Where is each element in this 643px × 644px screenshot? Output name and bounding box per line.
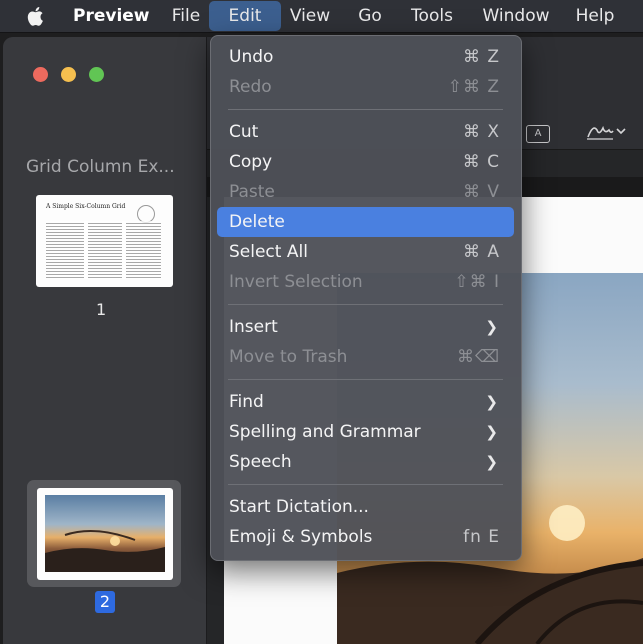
document-title: Grid Column Ex... [26,157,175,177]
menu-item-label: Redo [229,77,272,97]
chevron-right-icon: ❯ [485,423,498,441]
menu-preview[interactable]: Preview [73,0,150,32]
keyboard-shortcut: ⇧⌘ Z [447,77,500,97]
menu-separator [228,109,503,110]
menu-item-label: Undo [229,47,274,67]
menu-separator [228,304,503,305]
keyboard-shortcut: ⌘ C [462,152,500,172]
menu-view[interactable]: View [288,0,332,32]
menu-tools[interactable]: Tools [408,0,456,32]
menu-item-delete[interactable]: Delete [217,207,514,237]
menu-item-undo[interactable]: Undo ⌘ Z [217,42,514,72]
keyboard-shortcut: ⌘ V [462,182,500,202]
menu-item-label: Emoji & Symbols [229,527,373,547]
menu-item-label: Paste [229,182,275,202]
keyboard-shortcut: ⌘ X [462,122,500,142]
menu-separator [228,484,503,485]
zoom-window-button[interactable] [89,67,104,82]
menu-item-speech[interactable]: Speech ❯ [217,447,514,477]
close-window-button[interactable] [33,67,48,82]
chevron-right-icon: ❯ [485,318,498,336]
menu-separator [228,379,503,380]
menu-item-label: Cut [229,122,259,142]
page-number-1: 1 [96,300,107,319]
menu-item-label: Invert Selection [229,272,363,292]
sunset-photo-thumbnail [45,495,165,572]
menu-item-label: Delete [229,212,285,232]
menu-item-emoji-and-symbols[interactable]: Emoji & Symbols fn E [217,522,514,552]
page-thumbnail-2[interactable] [37,488,173,580]
keyboard-shortcut: fn E [463,527,500,547]
menu-item-paste: Paste ⌘ V [217,177,514,207]
menu-item-insert[interactable]: Insert ❯ [217,312,514,342]
menu-item-move-to-trash: Move to Trash ⌘⌫ [217,342,514,372]
page-number-2-selected: 2 [95,591,115,613]
menu-help[interactable]: Help [575,0,615,32]
menu-item-label: Speech [229,452,292,472]
chevron-right-icon: ❯ [485,453,498,471]
edit-menu-dropdown: Undo ⌘ Z Redo ⇧⌘ Z Cut ⌘ X Copy ⌘ C Past… [210,35,522,561]
menu-item-start-dictation[interactable]: Start Dictation... [217,492,514,522]
page-thumbnail-1[interactable]: A Simple Six-Column Grid [36,195,173,287]
menu-item-label: Select All [229,242,308,262]
menu-item-select-all[interactable]: Select All ⌘ A [217,237,514,267]
menu-item-label: Spelling and Grammar [229,422,421,442]
keyboard-shortcut: ⇧⌘ I [454,272,500,292]
keyboard-shortcut: ⌘ Z [462,47,500,67]
menu-item-cut[interactable]: Cut ⌘ X [217,117,514,147]
menu-edit[interactable]: Edit [209,1,281,31]
menu-item-spelling-and-grammar[interactable]: Spelling and Grammar ❯ [217,417,514,447]
menu-item-label: Move to Trash [229,347,348,367]
keyboard-shortcut: ⌘⌫ [456,347,500,367]
thumbnail-sidebar: Grid Column Ex... A Simple Six-Column Gr… [3,37,207,644]
menu-item-find[interactable]: Find ❯ [217,387,514,417]
apple-logo-icon[interactable] [26,5,46,27]
menu-item-label: Start Dictation... [229,497,369,517]
menu-item-label: Insert [229,317,278,337]
menu-window[interactable]: Window [481,0,551,32]
menu-item-label: Find [229,392,264,412]
thumbnail-text-lines [46,221,161,279]
menu-item-redo: Redo ⇧⌘ Z [217,72,514,102]
menu-file[interactable]: File [169,0,203,32]
menu-item-invert-selection: Invert Selection ⇧⌘ I [217,267,514,297]
menu-go[interactable]: Go [356,0,384,32]
keyboard-shortcut: ⌘ A [462,242,500,262]
column-gap [84,221,88,279]
signature-icon[interactable] [585,120,627,142]
menu-bar: Preview File Edit View Go Tools Window H… [0,0,643,33]
minimize-window-button[interactable] [61,67,76,82]
chevron-right-icon: ❯ [485,393,498,411]
menu-item-copy[interactable]: Copy ⌘ C [217,147,514,177]
text-box-icon[interactable]: A [526,125,550,143]
menu-item-label: Copy [229,152,273,172]
column-gap [122,221,126,279]
